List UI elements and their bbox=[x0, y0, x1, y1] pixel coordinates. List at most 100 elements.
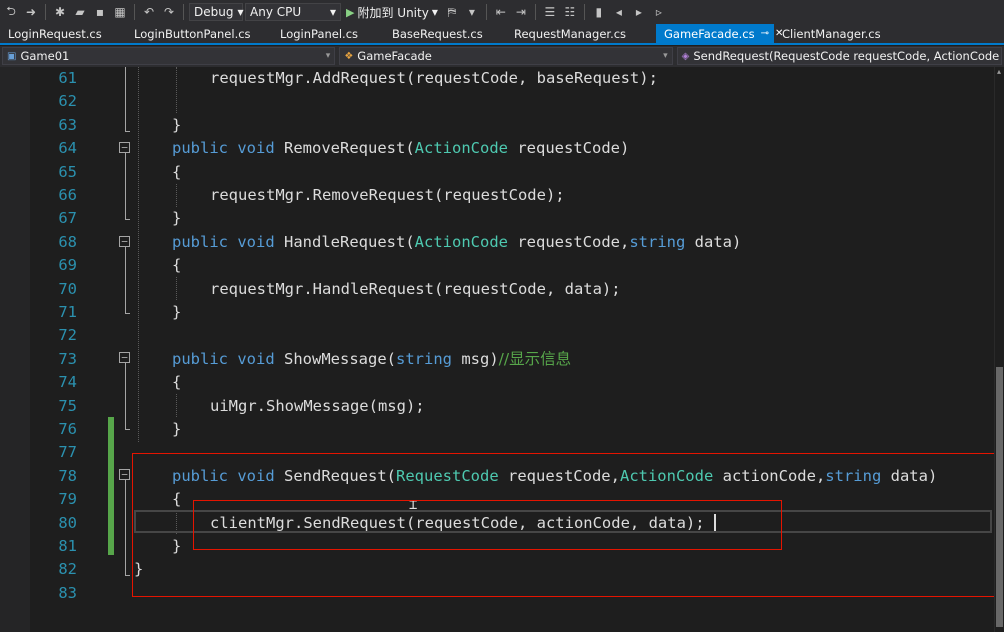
code-line-76: } bbox=[172, 420, 182, 438]
comment-lines-icon[interactable]: ☰ bbox=[541, 3, 559, 21]
code-line-61: requestMgr.AddRequest(requestCode, baseR… bbox=[210, 69, 658, 87]
clear-bookmarks-icon[interactable]: ▹ bbox=[650, 3, 668, 21]
code-line-67: } bbox=[172, 209, 182, 228]
tab-clientmanager[interactable]: ClientManager.cs bbox=[774, 24, 904, 43]
member-name: SendRequest(RequestCode requestCode, Act… bbox=[693, 49, 1001, 63]
keyword: string bbox=[629, 232, 686, 251]
previous-bookmark-icon[interactable]: ◂ bbox=[610, 3, 628, 21]
annotation-box-call bbox=[193, 500, 782, 550]
method-icon: ◈ bbox=[681, 50, 690, 62]
document-tabs: LoginRequest.cs LoginButtonPanel.cs Logi… bbox=[0, 24, 1004, 45]
tab-label: BaseRequest.cs bbox=[392, 26, 483, 41]
code-comment: //显示信息 bbox=[498, 349, 572, 368]
open-file-icon[interactable]: ▰ bbox=[71, 3, 89, 21]
code-line-74: { bbox=[172, 373, 182, 392]
keyword: void bbox=[237, 232, 275, 251]
toolbar-separator bbox=[534, 4, 536, 20]
new-project-icon[interactable]: ✱ bbox=[51, 3, 69, 21]
scroll-up-icon[interactable]: ▴ bbox=[994, 67, 1004, 77]
tab-label: RequestManager.cs bbox=[514, 26, 627, 41]
redo-icon[interactable]: ↷ bbox=[160, 3, 178, 21]
method-name: RemoveRequest( bbox=[284, 139, 415, 158]
line-number: 62 bbox=[58, 92, 77, 111]
browser-link-icon[interactable]: ⛿ bbox=[443, 3, 461, 21]
tab-gamefacade[interactable]: GameFacade.cs ⊸ ✕ bbox=[656, 24, 783, 43]
indent-icon[interactable]: ⇥ bbox=[512, 3, 530, 21]
navigation-bar: ▣ Game01 ▾ ❖ GameFacade ▾ ◈ SendRequest(… bbox=[0, 46, 1004, 67]
find-icon[interactable]: ▾ bbox=[463, 3, 481, 21]
tab-loginrequest[interactable]: LoginRequest.cs bbox=[0, 24, 126, 43]
csharp-project-icon: ▣ bbox=[7, 50, 17, 62]
chevron-down-icon: ▾ bbox=[431, 5, 438, 19]
tab-loginbuttonpanel[interactable]: LoginButtonPanel.cs bbox=[126, 24, 272, 43]
code-line-75: uiMgr.ShowMessage(msg); bbox=[210, 396, 425, 415]
code-text: requestCode) bbox=[508, 139, 630, 158]
method-name: HandleRequest( bbox=[284, 232, 415, 251]
save-icon[interactable]: ▪ bbox=[91, 3, 109, 21]
toolbar-separator bbox=[45, 4, 46, 20]
type-name: ActionCode bbox=[414, 232, 508, 251]
tab-loginpanel[interactable]: LoginPanel.cs bbox=[272, 24, 384, 43]
chevron-down-icon: ▾ bbox=[325, 51, 331, 61]
code-line-73: public void ShowMessage(string msg)//显示信… bbox=[172, 348, 571, 371]
code-line-63: } bbox=[172, 115, 182, 134]
class-name: GameFacade bbox=[357, 49, 432, 63]
code-line-71: } bbox=[172, 303, 182, 321]
configuration-select[interactable]: Debug ▾ bbox=[189, 3, 244, 21]
project-name: Game01 bbox=[20, 49, 70, 63]
navigate-back-icon[interactable]: ⮌ bbox=[2, 3, 20, 21]
type-name: ActionCode bbox=[414, 139, 508, 158]
line-number: 72 bbox=[58, 326, 77, 345]
tab-label: LoginPanel.cs bbox=[280, 26, 359, 41]
toolbar-separator bbox=[183, 4, 184, 20]
tab-requestmanager[interactable]: RequestManager.cs bbox=[506, 24, 656, 43]
outdent-icon[interactable]: ⇤ bbox=[492, 3, 510, 21]
keyword: string bbox=[396, 349, 452, 368]
main-toolbar: ⮌ ➜ ✱ ▰ ▪ ▦ ↶ ↷ Debug ▾ Any CPU ▾ ▶ 附加到 … bbox=[0, 0, 1004, 24]
toolbar-separator bbox=[583, 4, 585, 20]
code-editor[interactable]: 61 62 63 64 65 66 67 68 69 70 71 72 73 7… bbox=[0, 67, 1004, 632]
scrollbar-thumb[interactable] bbox=[996, 367, 1003, 627]
class-icon: ❖ bbox=[344, 50, 354, 62]
keyword: void bbox=[237, 139, 275, 158]
toolbar-separator bbox=[485, 4, 487, 20]
uncomment-lines-icon[interactable]: ☷ bbox=[561, 3, 579, 21]
pin-icon[interactable]: ⊸ bbox=[761, 28, 769, 39]
class-dropdown[interactable]: ❖ GameFacade ▾ bbox=[339, 47, 673, 65]
code-line-64: public void RemoveRequest(ActionCode req… bbox=[172, 137, 629, 160]
keyword: public bbox=[172, 349, 228, 368]
code-line-70: requestMgr.HandleRequest(requestCode, da… bbox=[210, 279, 621, 298]
tab-baserequest[interactable]: BaseRequest.cs bbox=[384, 24, 506, 43]
code-line-68: public void HandleRequest(ActionCode req… bbox=[172, 231, 741, 254]
code-line-66: requestMgr.RemoveRequest(requestCode); bbox=[210, 186, 565, 204]
keyword: public bbox=[172, 139, 228, 158]
play-icon: ▶ bbox=[346, 5, 355, 19]
chevron-down-icon: ▾ bbox=[663, 51, 668, 61]
member-dropdown[interactable]: ◈ SendRequest(RequestCode requestCode, A… bbox=[676, 47, 1002, 65]
chevron-down-icon: ▾ bbox=[237, 5, 244, 19]
code-text: msg) bbox=[452, 349, 499, 368]
keyword: public bbox=[172, 232, 228, 251]
platform-value: Any CPU bbox=[250, 5, 302, 19]
next-bookmark-icon[interactable]: ▸ bbox=[630, 3, 648, 21]
code-line-65: { bbox=[172, 162, 182, 181]
attach-to-unity-label: 附加到 Unity bbox=[357, 5, 429, 20]
undo-icon[interactable]: ↶ bbox=[140, 3, 158, 21]
tab-label: GameFacade.cs bbox=[664, 26, 755, 41]
line-number: 83 bbox=[58, 583, 77, 602]
project-dropdown[interactable]: ▣ Game01 ▾ bbox=[2, 47, 336, 65]
tab-label: ClientManager.cs bbox=[782, 26, 881, 41]
platform-select[interactable]: Any CPU ▾ bbox=[245, 3, 341, 21]
method-name: ShowMessage( bbox=[284, 349, 396, 368]
save-all-icon[interactable]: ▦ bbox=[111, 3, 129, 21]
configuration-value: Debug bbox=[194, 5, 234, 19]
tab-label: LoginRequest.cs bbox=[8, 26, 102, 41]
code-line-69: { bbox=[172, 256, 182, 275]
attach-to-unity-button[interactable]: ▶ 附加到 Unity ▾ bbox=[343, 4, 441, 21]
navigate-forward-icon[interactable]: ➜ bbox=[22, 3, 40, 21]
line-number: 77 bbox=[58, 443, 77, 462]
chevron-down-icon: ▾ bbox=[329, 5, 336, 19]
code-text: data) bbox=[685, 232, 742, 251]
bookmark-icon[interactable]: ▮ bbox=[590, 3, 608, 21]
tab-label: LoginButtonPanel.cs bbox=[134, 26, 251, 41]
